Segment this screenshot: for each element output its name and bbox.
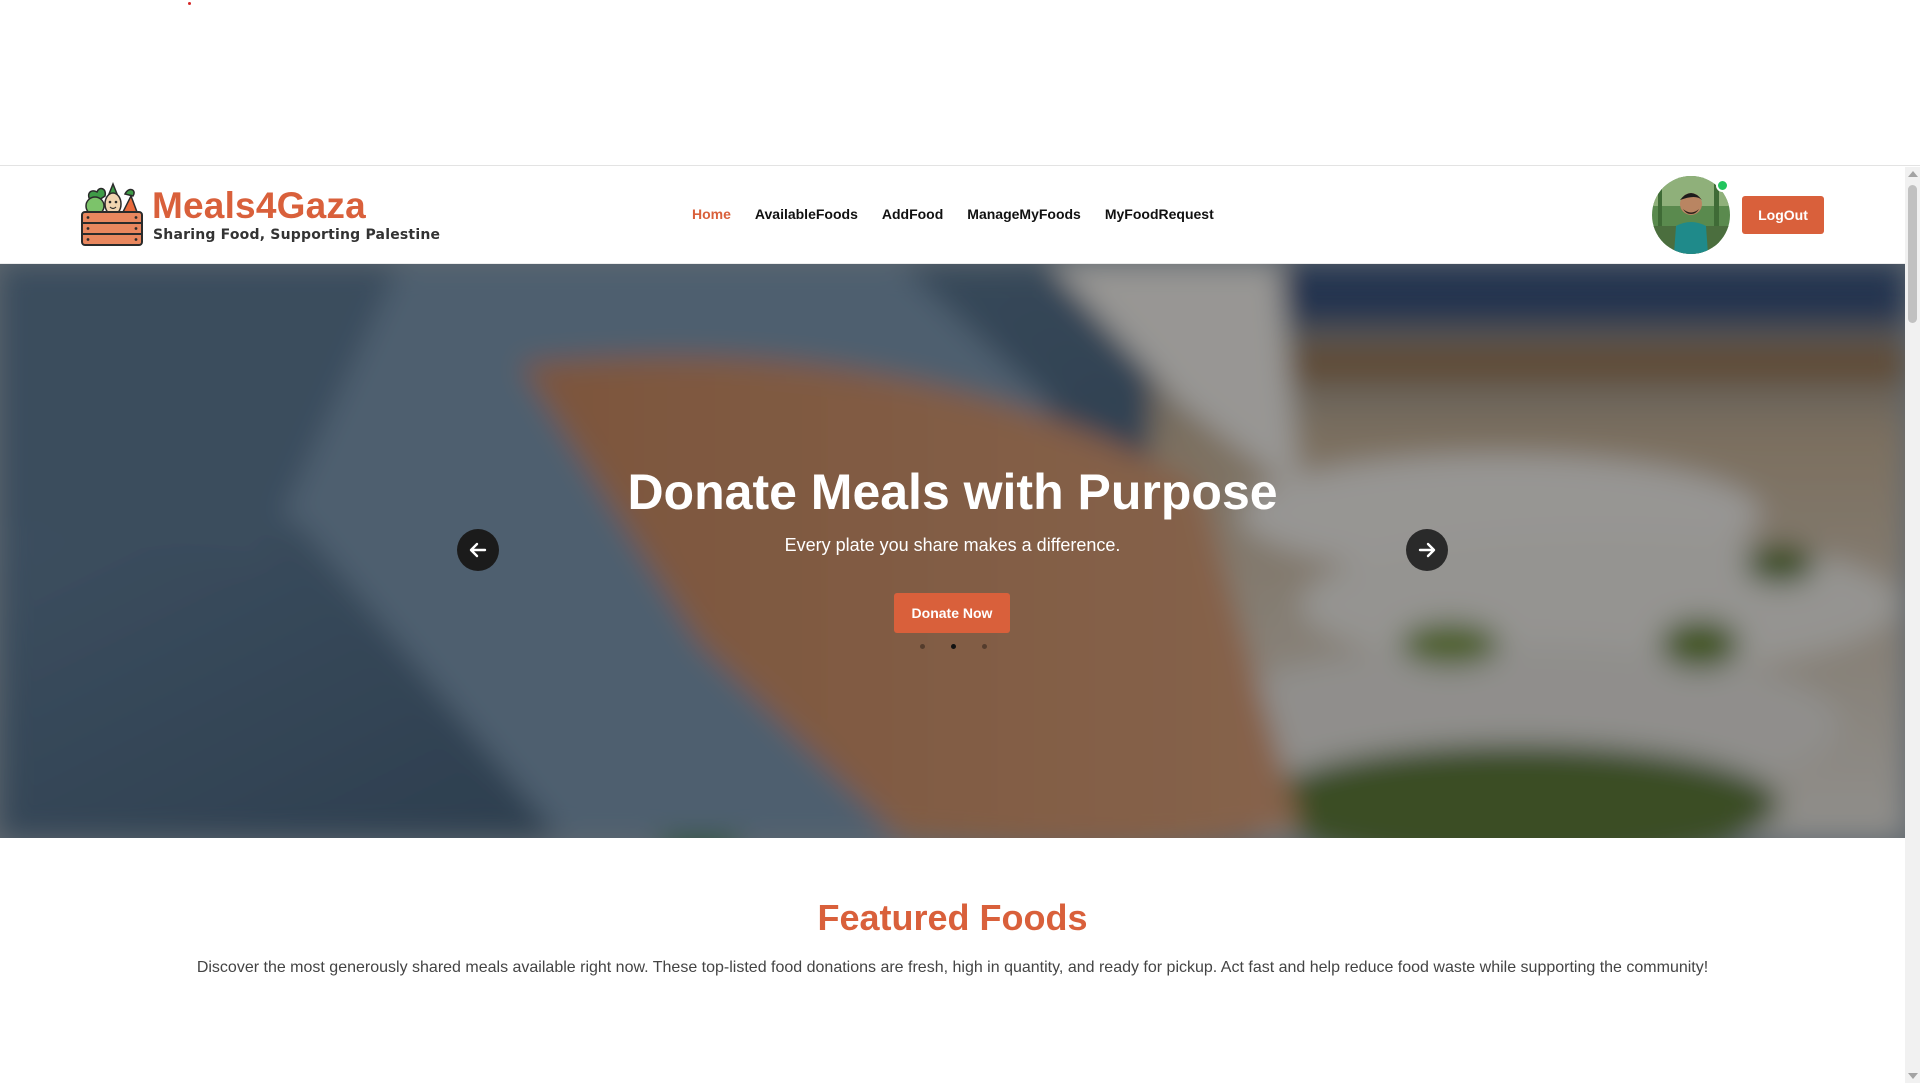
- vegetable-crate-icon[interactable]: [79, 182, 145, 248]
- carousel-indicators: [920, 644, 987, 649]
- page-scrollbar[interactable]: [1905, 167, 1920, 1083]
- carousel-prev-button[interactable]: [457, 529, 499, 571]
- logout-button[interactable]: LogOut: [1742, 196, 1824, 234]
- carousel-dot-1[interactable]: [920, 644, 925, 649]
- brand-title[interactable]: Meals4Gaza: [152, 185, 366, 227]
- arrow-right-icon: [1418, 542, 1436, 558]
- hero-title: Donate Meals with Purpose: [627, 464, 1278, 520]
- nav-my-food-request[interactable]: MyFoodRequest: [1105, 206, 1214, 222]
- brand-subtitle: Sharing Food, Supporting Palestine: [153, 227, 441, 243]
- nav-home[interactable]: Home: [692, 206, 731, 222]
- nav-available-foods[interactable]: AvailableFoods: [755, 206, 858, 222]
- nav-manage-my-foods[interactable]: ManageMyFoods: [967, 206, 1081, 222]
- featured-foods-description: Discover the most generously shared meal…: [196, 959, 1709, 976]
- carousel-next-button[interactable]: [1406, 529, 1448, 571]
- donate-now-button[interactable]: Donate Now: [894, 593, 1010, 633]
- hero-carousel: Donate Meals with Purpose Every plate yo…: [0, 264, 1905, 838]
- navbar: Meals4Gaza Sharing Food, Supporting Pale…: [0, 167, 1905, 264]
- browser-blank-area: [0, 0, 1920, 166]
- online-status-indicator: [1716, 179, 1729, 192]
- scroll-up-arrow-icon[interactable]: [1908, 171, 1918, 177]
- main-nav: Home AvailableFoods AddFood ManageMyFood…: [692, 206, 1238, 222]
- hero-subtitle: Every plate you share makes a difference…: [784, 535, 1121, 555]
- carousel-dot-2[interactable]: [951, 644, 956, 649]
- scrollbar-thumb[interactable]: [1908, 185, 1917, 323]
- page-viewport: Meals4Gaza Sharing Food, Supporting Pale…: [0, 167, 1905, 1083]
- arrow-left-icon: [469, 542, 487, 558]
- red-dot: [188, 2, 191, 5]
- scroll-down-arrow-icon[interactable]: [1908, 1073, 1918, 1079]
- nav-add-food[interactable]: AddFood: [882, 206, 943, 222]
- featured-foods-title: Featured Foods: [817, 897, 1088, 938]
- carousel-dot-3[interactable]: [982, 644, 987, 649]
